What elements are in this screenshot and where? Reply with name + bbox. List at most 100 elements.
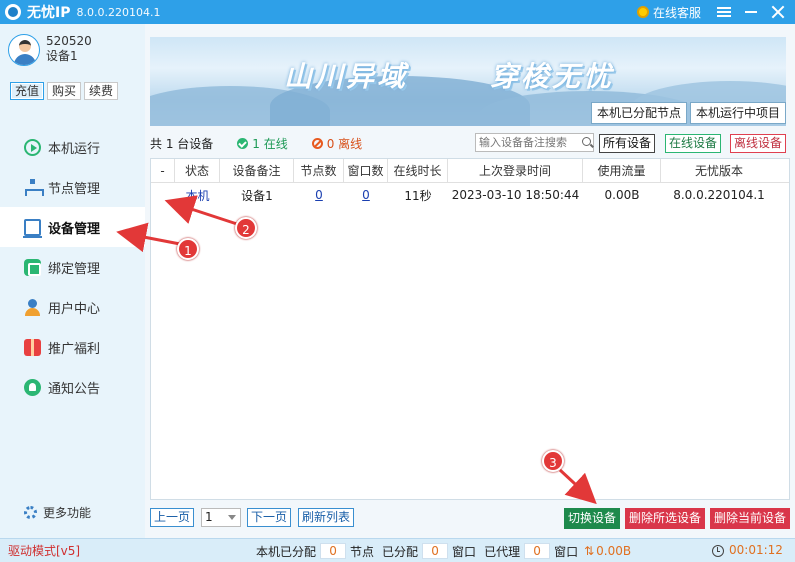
sidebar-item-user-center[interactable]: 用户中心 — [0, 287, 145, 327]
app-version: 8.0.0.220104.1 — [76, 5, 161, 19]
assigned-value: 0 — [320, 543, 347, 559]
sidebar-item-local-run[interactable]: 本机运行 — [0, 127, 145, 167]
column-header[interactable]: 在线时长 — [388, 158, 448, 183]
assigned-label: 本机已分配 — [256, 544, 317, 559]
proxied-value: 0 — [524, 543, 551, 559]
table-header: - 状态 设备备注 节点数 窗口数 在线时长 上次登录时间 使用流量 无忧版本 — [151, 158, 789, 183]
recharge-button[interactable]: 充值 — [10, 82, 45, 100]
refresh-list-button[interactable]: 刷新列表 — [298, 508, 355, 527]
driver-mode: 驱动模式[v5] — [8, 544, 81, 558]
device-search-input[interactable] — [475, 133, 594, 152]
version-cell: 8.0.0.220104.1 — [673, 188, 765, 202]
sidebar-item-label: 本机运行 — [48, 141, 101, 157]
column-header[interactable]: 上次登录时间 — [448, 158, 583, 183]
device-table: - 状态 设备备注 节点数 窗口数 在线时长 上次登录时间 使用流量 无忧版本 … — [150, 158, 790, 500]
app-name: 无忧IP — [27, 5, 71, 21]
bind-icon — [24, 258, 41, 276]
sidebar-item-node-management[interactable]: 节点管理 — [0, 167, 145, 207]
column-header[interactable]: 节点数 — [294, 158, 344, 183]
annotation-badge-1: 1 — [177, 238, 199, 260]
tab-running-projects[interactable]: 本机运行中项目 — [689, 102, 786, 124]
window-label: 窗口 — [452, 544, 477, 559]
column-header[interactable]: - — [151, 158, 175, 183]
window-count-link[interactable]: 0 — [362, 188, 370, 202]
user-icon — [24, 298, 41, 316]
speed-icon: ⇅ — [584, 544, 595, 558]
title-bar: 无忧IP 8.0.0.220104.1 在线客服 — [0, 0, 795, 24]
delete-selected-button[interactable]: 删除所选设备 — [625, 508, 706, 529]
all-devices-button[interactable]: 所有设备 — [599, 134, 656, 153]
proxied-label: 已代理 — [484, 544, 521, 559]
column-header[interactable]: 窗口数 — [344, 158, 388, 183]
banner-title-right: 穿梭无忧 — [490, 60, 615, 93]
status-bar: 驱动模式[v5] 本机已分配 0 节点 已分配 0 窗口 已代理 0 窗口 ⇅ … — [0, 538, 795, 562]
menu-icon[interactable] — [717, 7, 731, 17]
sidebar-item-notice[interactable]: 通知公告 — [0, 367, 145, 407]
close-icon[interactable] — [771, 5, 785, 19]
pager: 上一页 1 下一页 刷新列表 切换设备 删除所选设备 删除当前设备 — [150, 508, 790, 530]
gift-icon — [24, 338, 41, 356]
sidebar-item-label: 通知公告 — [48, 381, 101, 397]
avatar[interactable] — [8, 34, 40, 66]
banner-tabs: 本机已分配节点 本机运行中项目 — [588, 102, 786, 124]
headset-icon[interactable] — [636, 6, 649, 18]
offline-count: 0 离线 — [326, 136, 363, 151]
column-header[interactable]: 无忧版本 — [661, 159, 777, 183]
user-device: 设备1 — [46, 49, 78, 63]
table-row[interactable]: 本机 设备1 0 0 11秒 2023-03-10 18:50:44 0.00B… — [151, 183, 789, 207]
search-icon[interactable] — [582, 137, 591, 146]
traffic-cell: 0.00B — [604, 188, 640, 202]
renew-button[interactable]: 续费 — [84, 82, 119, 100]
sidebar-item-bind-management[interactable]: 绑定管理 — [0, 247, 145, 287]
remark-cell: 设备1 — [241, 188, 273, 203]
node-count-link[interactable]: 0 — [315, 188, 323, 202]
annotation-badge-2: 2 — [235, 217, 257, 239]
more-features-label: 更多功能 — [43, 506, 92, 520]
session-timer: 00:01:12 — [729, 543, 783, 557]
more-features-button[interactable]: 更多功能 — [24, 504, 91, 521]
check-circle-icon — [237, 137, 249, 149]
next-page-button[interactable]: 下一页 — [247, 508, 292, 527]
prev-page-button[interactable]: 上一页 — [150, 508, 195, 527]
offline-icon — [311, 137, 323, 149]
sidebar-item-label: 绑定管理 — [48, 261, 101, 277]
node-icon — [24, 178, 44, 196]
gear-icon — [24, 506, 37, 519]
clock-icon — [712, 545, 724, 557]
bell-icon — [24, 378, 41, 396]
minimize-icon[interactable] — [745, 11, 757, 13]
sidebar-item-promotion[interactable]: 推广福利 — [0, 327, 145, 367]
speed-value: 0.00B — [596, 544, 632, 558]
banner-title-left: 山川异域 — [284, 60, 409, 93]
online-count: 1 在线 — [252, 136, 288, 151]
annotation-badge-3: 3 — [542, 450, 564, 472]
online-service-link[interactable]: 在线客服 — [653, 4, 701, 21]
delete-current-button[interactable]: 删除当前设备 — [710, 508, 790, 529]
device-icon — [23, 218, 42, 238]
sidebar: 520520 设备1 充值 购买 续费 本机运行 节点管理 设备管理 绑定管理 … — [0, 24, 145, 538]
sidebar-item-device-management[interactable]: 设备管理 — [0, 207, 145, 247]
online-duration-cell: 11秒 — [404, 188, 432, 203]
column-header[interactable]: 使用流量 — [583, 158, 661, 183]
account-buttons: 充值 购买 续费 — [10, 82, 121, 100]
allocated-label: 已分配 — [382, 544, 419, 559]
sidebar-item-label: 节点管理 — [48, 181, 101, 197]
last-login-cell: 2023-03-10 18:50:44 — [451, 188, 580, 202]
offline-devices-button[interactable]: 离线设备 — [730, 134, 787, 153]
device-total: 共 1 台设备 — [150, 136, 214, 151]
play-icon — [24, 138, 41, 156]
app-logo-icon — [5, 4, 21, 20]
column-header[interactable]: 状态 — [175, 158, 220, 183]
main-panel: 山川异域 穿梭无忧 本机已分配节点 本机运行中项目 共 1 台设备 1 在线 0… — [145, 24, 795, 538]
filter-bar: 共 1 台设备 1 在线 0 离线 所有设备 在线设备 离线设备 — [150, 131, 790, 155]
tab-assigned-nodes[interactable]: 本机已分配节点 — [590, 102, 687, 124]
column-header[interactable]: 设备备注 — [220, 158, 294, 183]
page-select[interactable]: 1 — [201, 508, 241, 527]
online-devices-button[interactable]: 在线设备 — [665, 134, 722, 153]
buy-button[interactable]: 购买 — [47, 82, 82, 100]
sidebar-item-label: 设备管理 — [48, 221, 101, 237]
switch-device-button[interactable]: 切换设备 — [564, 508, 621, 529]
sidebar-item-label: 用户中心 — [48, 301, 101, 317]
user-panel: 520520 设备1 — [8, 34, 92, 66]
window-label-2: 窗口 — [554, 544, 579, 559]
